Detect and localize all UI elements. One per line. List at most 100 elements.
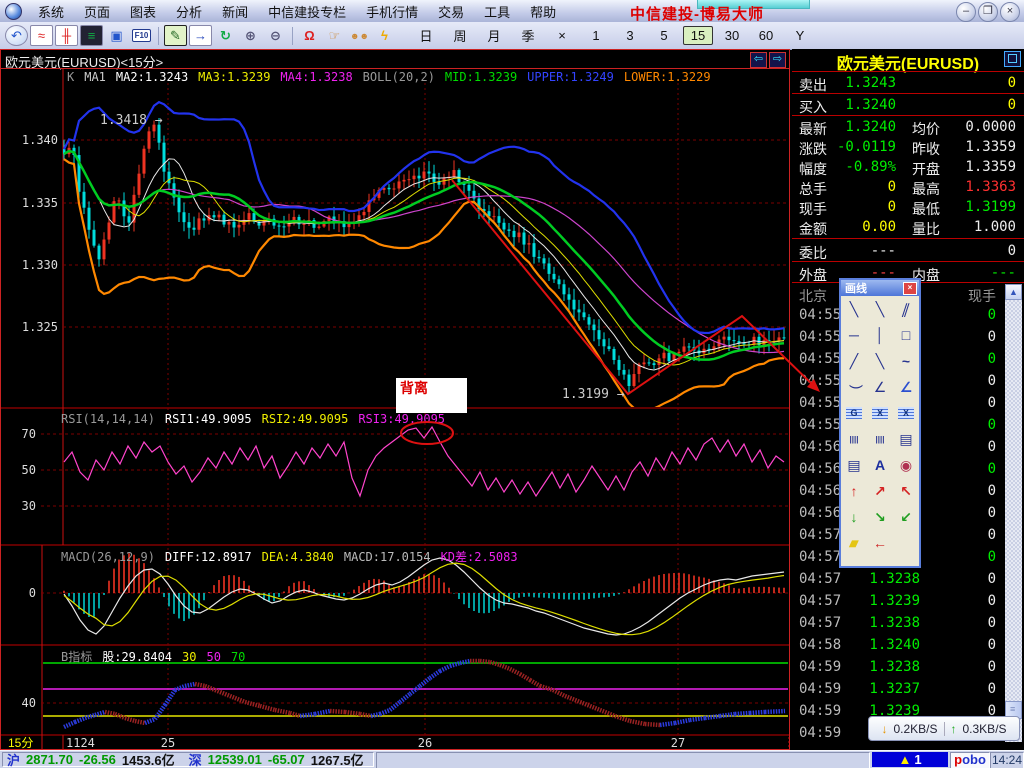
rectangle-icon[interactable]: □ <box>893 322 919 348</box>
text-tool-icon[interactable]: A <box>867 452 893 478</box>
angle-icon[interactable]: ∠ <box>867 374 893 400</box>
line-segment-icon[interactable]: ╲ <box>867 348 893 374</box>
brand-obo: obo <box>962 752 986 767</box>
quote-row-最新: 最新1.3240均价0.0000 <box>792 117 1024 137</box>
alert-triangle-icon: ▲ <box>898 752 911 767</box>
refresh-icon[interactable]: ↻ <box>214 25 237 46</box>
arrow-down-icon[interactable]: ↓ <box>841 504 867 530</box>
cycle-lines-icon[interactable]: |||| <box>867 426 893 452</box>
period-15[interactable]: 15 <box>683 26 713 45</box>
upload-speed: 0.3KB/S <box>963 722 1007 736</box>
parallel-lines-icon[interactable]: ∥ <box>889 296 923 322</box>
scroll-up-icon[interactable]: ▲ <box>1005 284 1022 300</box>
period-周[interactable]: 周 <box>445 24 475 47</box>
menu-item-交易[interactable]: 交易 <box>428 0 474 23</box>
hand-pointer-icon[interactable]: ☞ <box>323 25 346 46</box>
menu-item-工具[interactable]: 工具 <box>474 0 520 23</box>
brand-logo: pobo <box>950 752 990 768</box>
menu-item-手机行情[interactable]: 手机行情 <box>356 0 428 23</box>
zoom-out-icon[interactable]: ⊖ <box>264 25 287 46</box>
panel-restore-icon[interactable] <box>1004 51 1021 67</box>
zoom-in-icon[interactable]: ⊕ <box>239 25 262 46</box>
period-季[interactable]: 季 <box>513 24 543 47</box>
close-button[interactable]: × <box>1000 2 1020 22</box>
cycle-circle-icon[interactable]: ◉ <box>893 452 919 478</box>
f10-icon[interactable]: F10 <box>130 25 153 46</box>
users-icon[interactable]: ☻☻ <box>348 25 371 46</box>
period-3[interactable]: 3 <box>615 26 645 45</box>
svg-text:1.330: 1.330 <box>22 258 58 272</box>
arrow-se-icon[interactable]: ↘ <box>867 504 893 530</box>
period-日[interactable]: 日 <box>411 24 441 47</box>
candlestick-icon[interactable]: ╫ <box>55 25 78 46</box>
vertical-line-icon[interactable]: │ <box>867 322 893 348</box>
quote-row-委比: 委比---0 <box>792 241 1024 261</box>
menu-item-页面[interactable]: 页面 <box>74 0 120 23</box>
tape-row: 04:591.32370 <box>792 678 1024 700</box>
back-icon[interactable]: ↶ <box>5 25 28 46</box>
exit-draw-icon[interactable]: ← <box>867 530 893 556</box>
restore-button[interactable]: ❐ <box>978 2 998 22</box>
legend-item: MACD:17.0154 <box>344 550 431 564</box>
period-×[interactable]: × <box>547 26 577 45</box>
eraser-icon[interactable]: ■ <box>841 530 867 556</box>
titlebar: 系统页面图表分析新闻中信建投专栏手机行情交易工具帮助 中信建投-博易大师 – ❐… <box>0 0 1024 23</box>
vertical-grid-icon[interactable]: |||| <box>841 426 867 452</box>
quote-row-总手: 总手0最高1.3363 <box>792 177 1024 197</box>
gann-fan-icon[interactable]: ∠ <box>893 374 919 400</box>
alarm-bell-icon[interactable]: Ω <box>298 25 321 46</box>
monitor-icon[interactable]: ▣ <box>105 25 128 46</box>
legend-item: MID:1.3239 <box>445 70 517 84</box>
quote-row-涨跌: 涨跌-0.0119昨收1.3359 <box>792 137 1024 157</box>
gann-grid-icon[interactable]: G <box>841 400 867 426</box>
legend-item: MA1 <box>84 70 106 84</box>
empty-cell[interactable] <box>893 530 919 556</box>
period-Y[interactable]: Y <box>785 26 815 45</box>
menu-item-系统[interactable]: 系统 <box>28 0 74 23</box>
quote-board-icon[interactable]: ≡ <box>80 25 103 46</box>
svg-text:1.335: 1.335 <box>22 196 58 210</box>
menu-item-分析[interactable]: 分析 <box>166 0 212 23</box>
period-60[interactable]: 60 <box>751 26 781 45</box>
wave-line-icon[interactable]: ~ <box>893 348 919 374</box>
network-speed-box: ↓ 0.2KB/S ↑ 0.3KB/S <box>868 716 1020 741</box>
segment-line-icon[interactable]: ╲ <box>841 296 867 322</box>
legend-item: MA4:1.3238 <box>280 70 352 84</box>
menu-item-帮助[interactable]: 帮助 <box>520 0 566 23</box>
regression-channel-icon[interactable]: ▤ <box>841 452 867 478</box>
menu-item-中信建投专栏[interactable]: 中信建投专栏 <box>258 0 356 23</box>
menu-item-新闻[interactable]: 新闻 <box>212 0 258 23</box>
period-5[interactable]: 5 <box>649 26 679 45</box>
alert-badge[interactable]: ▲ 1 <box>872 752 948 767</box>
fibonacci-extension-icon[interactable]: X <box>893 400 919 426</box>
arrow-sw-icon[interactable]: ↙ <box>893 504 919 530</box>
period-1[interactable]: 1 <box>581 26 611 45</box>
draw-line-icon[interactable]: ✎ <box>164 25 187 46</box>
tape-scrollbar[interactable]: ▲ <box>1005 284 1022 742</box>
sz-label: 深 <box>189 750 202 768</box>
minimize-button[interactable]: – <box>956 2 976 22</box>
trend-line-icon[interactable]: ╱ <box>841 348 867 374</box>
bar-scroll-icon[interactable]: → <box>189 25 212 46</box>
horizontal-line-icon[interactable]: ─ <box>841 322 867 348</box>
legend-item: MACD(26,12,9) <box>61 550 155 564</box>
period-30[interactable]: 30 <box>717 26 747 45</box>
sh-change: -26.56 <box>79 752 116 767</box>
menu-item-图表[interactable]: 图表 <box>120 0 166 23</box>
period-月[interactable]: 月 <box>479 24 509 47</box>
svg-text:0: 0 <box>29 586 36 600</box>
arrow-up-icon[interactable]: ↑ <box>841 478 867 504</box>
fibonacci-retrace-icon[interactable]: X <box>867 400 893 426</box>
line-chart-icon[interactable]: ≈ <box>30 25 53 46</box>
quote-row-买入: 买入1.32400 <box>792 95 1024 115</box>
palette-titlebar[interactable]: 画线 × <box>841 280 919 296</box>
menu-bar: 系统页面图表分析新闻中信建投专栏手机行情交易工具帮助 <box>28 0 566 23</box>
arc-icon[interactable]: ( <box>841 374 867 400</box>
sz-index: 12539.01 <box>208 752 262 767</box>
palette-close-icon[interactable]: × <box>903 282 917 295</box>
tape-row: 04:571.32390 <box>792 590 1024 612</box>
arrow-nw-icon[interactable]: ↖ <box>893 478 919 504</box>
arrow-ne-icon[interactable]: ↗ <box>867 478 893 504</box>
channel-icon[interactable]: ▤ <box>893 426 919 452</box>
lightning-icon[interactable]: ϟ <box>373 25 396 46</box>
